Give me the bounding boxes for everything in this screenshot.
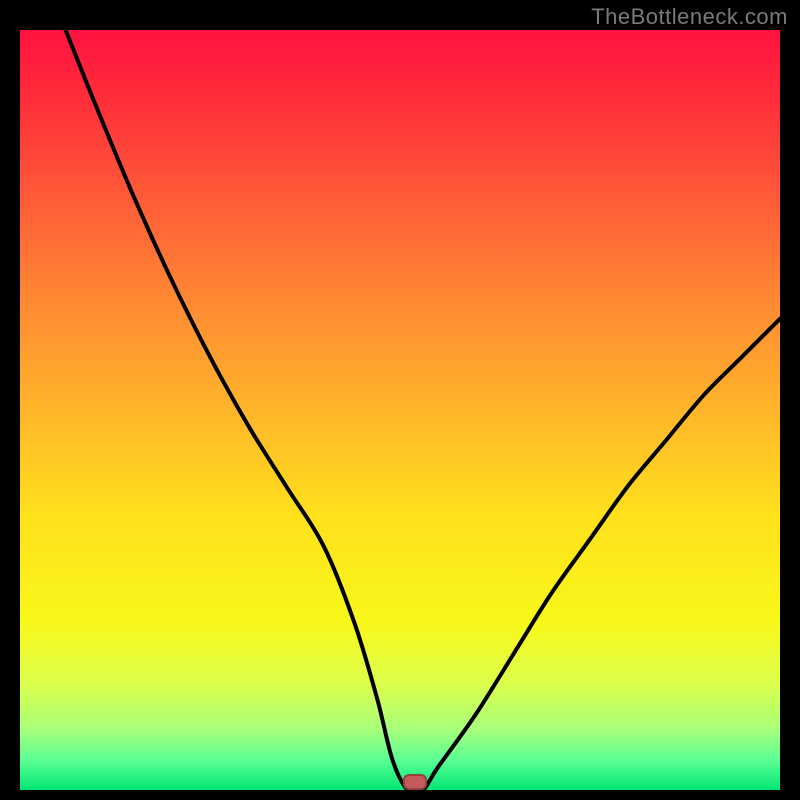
bottleneck-curve (20, 30, 780, 790)
curve-path (66, 30, 780, 790)
plot-area (20, 30, 780, 790)
chart-frame: TheBottleneck.com (0, 0, 800, 800)
watermark-text: TheBottleneck.com (591, 4, 788, 30)
optimal-point-marker (403, 774, 427, 790)
